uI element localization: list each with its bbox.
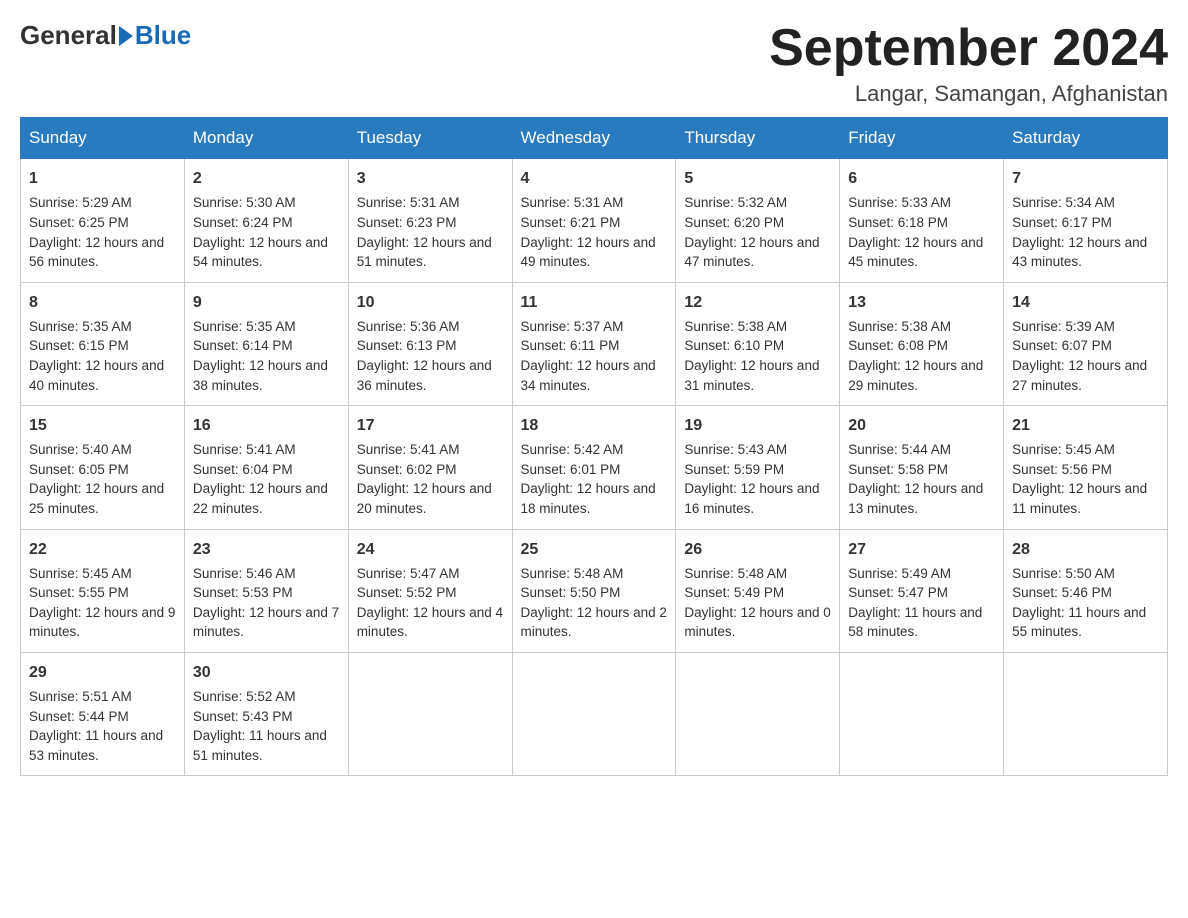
title-block: September 2024 Langar, Samangan, Afghani… <box>769 20 1168 107</box>
day-number: 14 <box>1012 291 1159 314</box>
day-number: 13 <box>848 291 995 314</box>
day-number: 5 <box>684 167 831 190</box>
calendar-week-row: 8Sunrise: 5:35 AMSunset: 6:15 PMDaylight… <box>21 282 1168 405</box>
day-number: 20 <box>848 414 995 437</box>
day-number: 11 <box>521 291 668 314</box>
calendar-cell: 9Sunrise: 5:35 AMSunset: 6:14 PMDaylight… <box>184 282 348 405</box>
day-number: 22 <box>29 538 176 561</box>
day-number: 24 <box>357 538 504 561</box>
day-number: 7 <box>1012 167 1159 190</box>
weekday-header-monday: Monday <box>184 118 348 159</box>
day-number: 4 <box>521 167 668 190</box>
calendar-cell <box>840 652 1004 775</box>
calendar-table: SundayMondayTuesdayWednesdayThursdayFrid… <box>20 117 1168 776</box>
day-number: 9 <box>193 291 340 314</box>
day-number: 21 <box>1012 414 1159 437</box>
calendar-cell: 6Sunrise: 5:33 AMSunset: 6:18 PMDaylight… <box>840 159 1004 282</box>
logo-general: General <box>20 20 117 51</box>
calendar-cell: 10Sunrise: 5:36 AMSunset: 6:13 PMDayligh… <box>348 282 512 405</box>
calendar-cell <box>1004 652 1168 775</box>
calendar-cell: 11Sunrise: 5:37 AMSunset: 6:11 PMDayligh… <box>512 282 676 405</box>
calendar-cell: 29Sunrise: 5:51 AMSunset: 5:44 PMDayligh… <box>21 652 185 775</box>
calendar-week-row: 22Sunrise: 5:45 AMSunset: 5:55 PMDayligh… <box>21 529 1168 652</box>
page-header: General Blue September 2024 Langar, Sama… <box>20 20 1168 107</box>
day-number: 23 <box>193 538 340 561</box>
day-number: 19 <box>684 414 831 437</box>
calendar-cell: 1Sunrise: 5:29 AMSunset: 6:25 PMDaylight… <box>21 159 185 282</box>
calendar-cell: 8Sunrise: 5:35 AMSunset: 6:15 PMDaylight… <box>21 282 185 405</box>
logo-arrow-icon <box>119 26 133 46</box>
day-number: 15 <box>29 414 176 437</box>
calendar-cell: 17Sunrise: 5:41 AMSunset: 6:02 PMDayligh… <box>348 406 512 529</box>
calendar-cell: 4Sunrise: 5:31 AMSunset: 6:21 PMDaylight… <box>512 159 676 282</box>
day-number: 2 <box>193 167 340 190</box>
weekday-header-friday: Friday <box>840 118 1004 159</box>
day-number: 27 <box>848 538 995 561</box>
calendar-cell: 14Sunrise: 5:39 AMSunset: 6:07 PMDayligh… <box>1004 282 1168 405</box>
calendar-cell: 27Sunrise: 5:49 AMSunset: 5:47 PMDayligh… <box>840 529 1004 652</box>
calendar-week-row: 1Sunrise: 5:29 AMSunset: 6:25 PMDaylight… <box>21 159 1168 282</box>
calendar-week-row: 15Sunrise: 5:40 AMSunset: 6:05 PMDayligh… <box>21 406 1168 529</box>
day-number: 3 <box>357 167 504 190</box>
weekday-header-wednesday: Wednesday <box>512 118 676 159</box>
calendar-cell: 16Sunrise: 5:41 AMSunset: 6:04 PMDayligh… <box>184 406 348 529</box>
location: Langar, Samangan, Afghanistan <box>769 81 1168 107</box>
calendar-cell: 21Sunrise: 5:45 AMSunset: 5:56 PMDayligh… <box>1004 406 1168 529</box>
calendar-cell: 22Sunrise: 5:45 AMSunset: 5:55 PMDayligh… <box>21 529 185 652</box>
day-number: 6 <box>848 167 995 190</box>
calendar-cell: 20Sunrise: 5:44 AMSunset: 5:58 PMDayligh… <box>840 406 1004 529</box>
logo-blue: Blue <box>135 20 191 51</box>
calendar-cell <box>676 652 840 775</box>
calendar-cell: 24Sunrise: 5:47 AMSunset: 5:52 PMDayligh… <box>348 529 512 652</box>
weekday-header-thursday: Thursday <box>676 118 840 159</box>
calendar-cell: 3Sunrise: 5:31 AMSunset: 6:23 PMDaylight… <box>348 159 512 282</box>
calendar-cell: 19Sunrise: 5:43 AMSunset: 5:59 PMDayligh… <box>676 406 840 529</box>
day-number: 26 <box>684 538 831 561</box>
weekday-header-sunday: Sunday <box>21 118 185 159</box>
day-number: 16 <box>193 414 340 437</box>
day-number: 28 <box>1012 538 1159 561</box>
calendar-cell: 18Sunrise: 5:42 AMSunset: 6:01 PMDayligh… <box>512 406 676 529</box>
calendar-cell: 2Sunrise: 5:30 AMSunset: 6:24 PMDaylight… <box>184 159 348 282</box>
calendar-cell: 7Sunrise: 5:34 AMSunset: 6:17 PMDaylight… <box>1004 159 1168 282</box>
calendar-cell: 30Sunrise: 5:52 AMSunset: 5:43 PMDayligh… <box>184 652 348 775</box>
calendar-cell <box>348 652 512 775</box>
calendar-cell: 13Sunrise: 5:38 AMSunset: 6:08 PMDayligh… <box>840 282 1004 405</box>
calendar-week-row: 29Sunrise: 5:51 AMSunset: 5:44 PMDayligh… <box>21 652 1168 775</box>
day-number: 1 <box>29 167 176 190</box>
calendar-cell: 12Sunrise: 5:38 AMSunset: 6:10 PMDayligh… <box>676 282 840 405</box>
day-number: 17 <box>357 414 504 437</box>
calendar-cell: 26Sunrise: 5:48 AMSunset: 5:49 PMDayligh… <box>676 529 840 652</box>
logo: General Blue <box>20 20 191 51</box>
day-number: 12 <box>684 291 831 314</box>
calendar-cell: 23Sunrise: 5:46 AMSunset: 5:53 PMDayligh… <box>184 529 348 652</box>
day-number: 30 <box>193 661 340 684</box>
weekday-header-row: SundayMondayTuesdayWednesdayThursdayFrid… <box>21 118 1168 159</box>
weekday-header-saturday: Saturday <box>1004 118 1168 159</box>
calendar-cell: 28Sunrise: 5:50 AMSunset: 5:46 PMDayligh… <box>1004 529 1168 652</box>
calendar-cell: 15Sunrise: 5:40 AMSunset: 6:05 PMDayligh… <box>21 406 185 529</box>
month-title: September 2024 <box>769 20 1168 77</box>
calendar-cell: 5Sunrise: 5:32 AMSunset: 6:20 PMDaylight… <box>676 159 840 282</box>
calendar-cell: 25Sunrise: 5:48 AMSunset: 5:50 PMDayligh… <box>512 529 676 652</box>
day-number: 10 <box>357 291 504 314</box>
day-number: 8 <box>29 291 176 314</box>
calendar-cell <box>512 652 676 775</box>
day-number: 25 <box>521 538 668 561</box>
day-number: 29 <box>29 661 176 684</box>
weekday-header-tuesday: Tuesday <box>348 118 512 159</box>
day-number: 18 <box>521 414 668 437</box>
